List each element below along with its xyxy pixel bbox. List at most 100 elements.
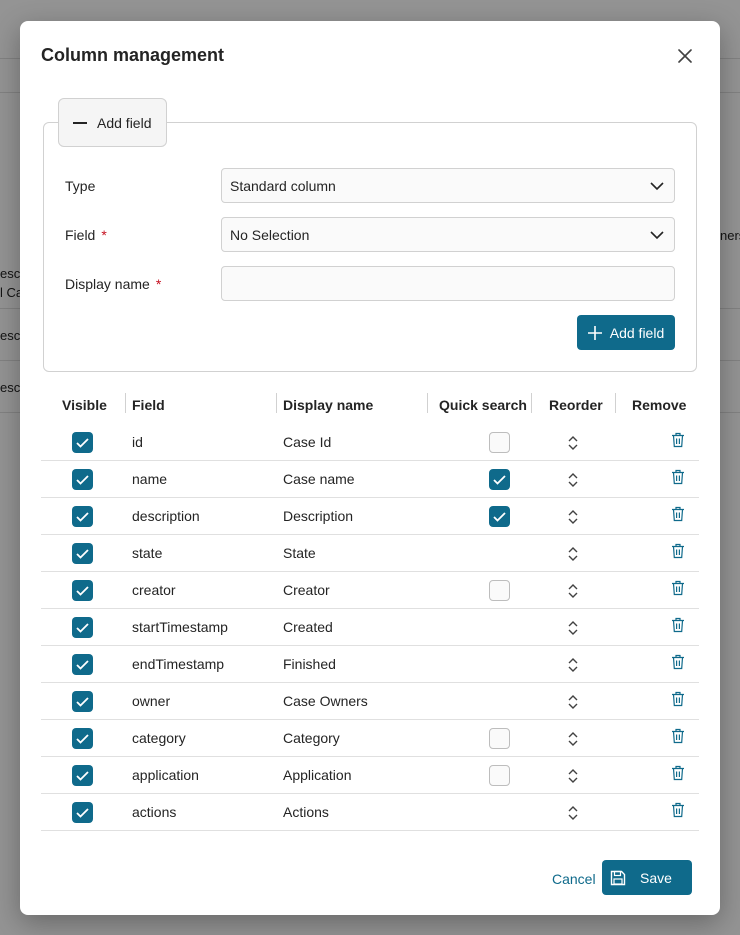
visible-checkbox[interactable] (72, 728, 93, 749)
visible-checkbox[interactable] (72, 543, 93, 564)
reorder-handle-icon[interactable] (567, 582, 579, 600)
field-cell: name (132, 471, 168, 487)
quick-search-checkbox[interactable] (489, 469, 510, 490)
minus-icon (73, 121, 87, 124)
display-name-cell: Case name (283, 471, 355, 487)
header-visible: Visible (62, 397, 107, 413)
checkmark-icon (76, 622, 89, 633)
save-icon (610, 870, 626, 885)
plus-icon (587, 325, 602, 340)
trash-icon[interactable] (671, 617, 685, 633)
checkmark-icon (493, 474, 506, 485)
chevron-down-icon (650, 231, 664, 240)
checkmark-icon (76, 659, 89, 670)
dialog-title: Column management (41, 45, 225, 65)
field-cell: creator (132, 582, 176, 598)
checkmark-icon (76, 807, 89, 818)
checkmark-icon (76, 511, 89, 522)
header-quick-search: Quick search (439, 397, 527, 413)
add-field-toggle-label: Add field (97, 114, 152, 131)
trash-icon[interactable] (671, 506, 685, 522)
display-name-cell: Creator (283, 582, 330, 598)
add-field-toggle-button[interactable]: Add field (58, 98, 167, 147)
table-row: id Case Id (41, 424, 699, 461)
trash-icon[interactable] (671, 691, 685, 707)
trash-icon[interactable] (671, 543, 685, 559)
quick-search-checkbox[interactable] (489, 580, 510, 601)
reorder-handle-icon[interactable] (567, 767, 579, 785)
close-button[interactable] (674, 45, 696, 67)
type-select-value: Standard column (230, 177, 336, 194)
header-reorder: Reorder (549, 397, 603, 413)
reorder-handle-icon[interactable] (567, 656, 579, 674)
trash-icon[interactable] (671, 802, 685, 818)
table-row: creator Creator (41, 572, 699, 609)
type-label-text: Type (65, 178, 96, 194)
quick-search-checkbox[interactable] (489, 506, 510, 527)
checkmark-icon (76, 548, 89, 559)
trash-icon[interactable] (671, 432, 685, 448)
table-row: category Category (41, 720, 699, 757)
visible-checkbox[interactable] (72, 691, 93, 712)
header-divider (427, 393, 428, 413)
table-body: id Case Id name Case name description Descrip… (41, 424, 699, 831)
header-divider (276, 393, 277, 413)
field-select[interactable]: No Selection (221, 217, 675, 252)
reorder-handle-icon[interactable] (567, 471, 579, 489)
header-remove: Remove (632, 397, 687, 413)
reorder-handle-icon[interactable] (567, 434, 579, 452)
field-cell: category (132, 730, 186, 746)
checkmark-icon (76, 585, 89, 596)
quick-search-checkbox[interactable] (489, 728, 510, 749)
field-label-text: Field (65, 227, 96, 243)
checkmark-icon (76, 437, 89, 448)
save-button[interactable]: Save (602, 860, 692, 895)
visible-checkbox[interactable] (72, 617, 93, 638)
header-divider (531, 393, 532, 413)
display-name-cell: Application (283, 767, 352, 783)
checkmark-icon (493, 511, 506, 522)
trash-icon[interactable] (671, 728, 685, 744)
trash-icon[interactable] (671, 765, 685, 781)
add-field-button-label: Add field (609, 324, 665, 341)
visible-checkbox[interactable] (72, 506, 93, 527)
reorder-handle-icon[interactable] (567, 619, 579, 637)
quick-search-checkbox[interactable] (489, 765, 510, 786)
visible-checkbox[interactable] (72, 654, 93, 675)
reorder-handle-icon[interactable] (567, 693, 579, 711)
field-cell: actions (132, 804, 177, 820)
field-cell: endTimestamp (132, 656, 225, 672)
required-indicator: * (155, 276, 162, 292)
visible-checkbox[interactable] (72, 802, 93, 823)
trash-icon[interactable] (671, 654, 685, 670)
visible-checkbox[interactable] (72, 469, 93, 490)
trash-icon[interactable] (671, 580, 685, 596)
display-name-cell: Category (283, 730, 340, 746)
quick-search-checkbox[interactable] (489, 432, 510, 453)
display-name-cell: Actions (283, 804, 329, 820)
add-field-button[interactable]: Add field (577, 315, 675, 350)
visible-checkbox[interactable] (72, 765, 93, 786)
reorder-handle-icon[interactable] (567, 730, 579, 748)
header-divider (125, 393, 126, 413)
type-select[interactable]: Standard column (221, 168, 675, 203)
trash-icon[interactable] (671, 469, 685, 485)
table-row: application Application (41, 757, 699, 794)
reorder-handle-icon[interactable] (567, 804, 579, 822)
reorder-handle-icon[interactable] (567, 508, 579, 526)
display-name-cell: Case Owners (283, 693, 368, 709)
visible-checkbox[interactable] (72, 580, 93, 601)
table-row: description Description (41, 498, 699, 535)
cancel-button[interactable]: Cancel (552, 871, 596, 887)
display-name-input[interactable] (221, 266, 675, 301)
reorder-handle-icon[interactable] (567, 545, 579, 563)
visible-checkbox[interactable] (72, 432, 93, 453)
display-name-label-text: Display name (65, 276, 150, 292)
table-row: endTimestamp Finished (41, 646, 699, 683)
display-name-cell: State (283, 545, 316, 561)
field-cell: owner (132, 693, 171, 709)
checkmark-icon (76, 696, 89, 707)
table-row: actions Actions (41, 794, 699, 831)
field-label: Field * (65, 227, 107, 243)
field-cell: startTimestamp (132, 619, 228, 635)
